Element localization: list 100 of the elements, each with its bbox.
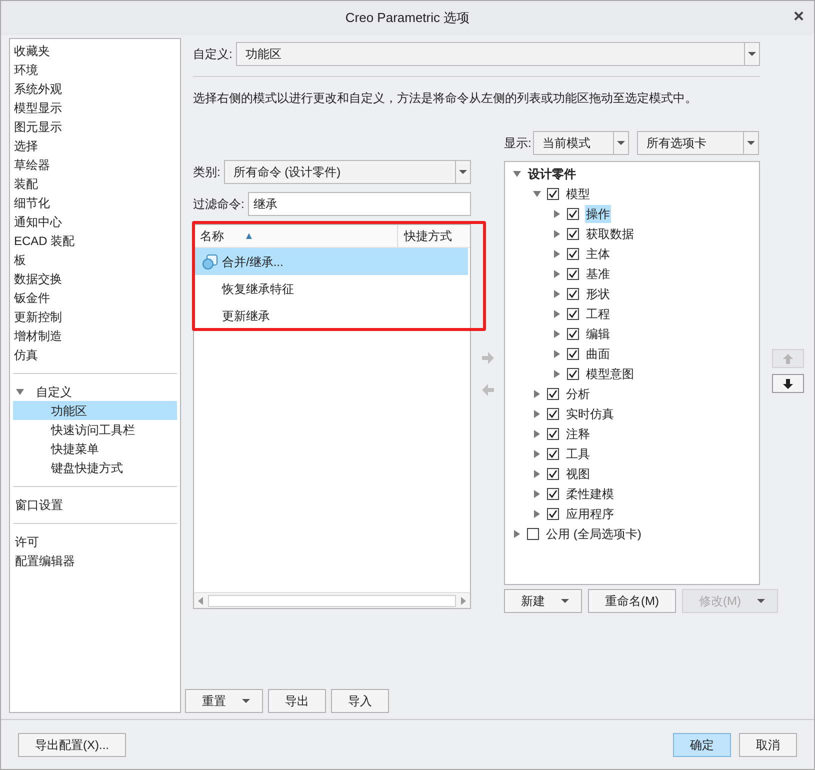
customize-dropdown[interactable]: 功能区 bbox=[236, 42, 760, 66]
sidebar-item[interactable]: 环境 bbox=[12, 60, 38, 78]
checkbox[interactable] bbox=[547, 508, 559, 520]
tree-item[interactable]: 注释 bbox=[565, 425, 591, 443]
sidebar-item[interactable]: 仿真 bbox=[12, 346, 38, 364]
button[interactable]: 确定 bbox=[673, 732, 731, 756]
expand-caret-icon[interactable] bbox=[533, 190, 541, 198]
sidebar-item[interactable]: 快速访问工具栏 bbox=[13, 420, 177, 439]
tree-item[interactable]: 柔性建模 bbox=[565, 485, 615, 503]
collapse-caret-icon[interactable] bbox=[533, 430, 541, 438]
collapse-caret-icon[interactable] bbox=[553, 250, 561, 258]
sidebar-item[interactable]: 图元显示 bbox=[12, 118, 62, 136]
tree-item[interactable]: 工程 bbox=[585, 305, 611, 323]
tree-item[interactable]: 模型 bbox=[565, 185, 591, 203]
collapse-caret-icon[interactable] bbox=[553, 330, 561, 338]
collapse-caret-icon[interactable] bbox=[533, 490, 541, 498]
collapse-caret-icon[interactable] bbox=[553, 290, 561, 298]
checkbox[interactable] bbox=[547, 188, 559, 200]
tree-item[interactable]: 获取数据 bbox=[585, 225, 635, 243]
tree-item[interactable]: 基准 bbox=[585, 265, 611, 283]
category-dropdown[interactable]: 所有命令 (设计零件) bbox=[224, 160, 471, 184]
button[interactable]: 重命名(M) bbox=[588, 589, 676, 613]
collapse-caret-icon[interactable] bbox=[553, 310, 561, 318]
collapse-caret-icon[interactable] bbox=[553, 230, 561, 238]
checkbox[interactable] bbox=[567, 328, 579, 340]
tree-item[interactable]: 编辑 bbox=[585, 325, 611, 343]
command-row[interactable]: 合并/继承... bbox=[194, 248, 468, 275]
checkbox[interactable] bbox=[547, 408, 559, 420]
command-row[interactable]: 恢复继承特征 bbox=[194, 275, 468, 302]
tree-item[interactable]: 主体 bbox=[585, 245, 611, 263]
column-header[interactable]: 名称 ▲ bbox=[194, 225, 398, 247]
checkbox[interactable] bbox=[567, 368, 579, 380]
filter-field[interactable]: 继承 bbox=[248, 192, 471, 216]
checkbox[interactable] bbox=[567, 228, 579, 240]
checkbox[interactable] bbox=[527, 528, 539, 540]
checkbox[interactable] bbox=[547, 388, 559, 400]
collapse-caret-icon[interactable] bbox=[553, 370, 561, 378]
tree-item[interactable]: 形状 bbox=[585, 285, 611, 303]
sidebar-item[interactable]: 装配 bbox=[12, 174, 38, 192]
expand-caret-icon[interactable] bbox=[16, 388, 24, 396]
sidebar-item[interactable]: 功能区 bbox=[13, 401, 177, 420]
column-header[interactable]: 快捷方式 bbox=[398, 225, 470, 247]
close-button[interactable]: × bbox=[793, 7, 804, 25]
tree-item[interactable]: 应用程序 bbox=[565, 505, 615, 523]
sidebar-item[interactable]: 模型显示 bbox=[12, 98, 62, 116]
collapse-caret-icon[interactable] bbox=[533, 410, 541, 418]
command-row[interactable]: 更新继承 bbox=[194, 302, 468, 329]
sidebar-item[interactable]: 快捷菜单 bbox=[13, 439, 177, 458]
collapse-caret-icon[interactable] bbox=[513, 530, 521, 538]
tree-item[interactable]: 实时仿真 bbox=[565, 405, 615, 423]
sidebar-item[interactable]: 键盘快捷方式 bbox=[13, 458, 177, 477]
collapse-caret-icon[interactable] bbox=[553, 210, 561, 218]
tree-item[interactable]: 模型意图 bbox=[585, 365, 635, 383]
tabs-dropdown[interactable]: 所有选项卡 bbox=[637, 131, 760, 155]
sidebar-item[interactable]: 系统外观 bbox=[12, 80, 62, 98]
sidebar-item[interactable]: 选择 bbox=[12, 136, 38, 154]
sidebar-item[interactable]: 通知中心 bbox=[12, 212, 62, 230]
checkbox[interactable] bbox=[567, 208, 579, 220]
button[interactable]: 导出配置(X)... bbox=[18, 732, 126, 756]
tree-item[interactable]: 视图 bbox=[565, 465, 591, 483]
sidebar-item[interactable]: 更新控制 bbox=[12, 308, 62, 326]
sidebar-item[interactable]: 窗口设置 bbox=[13, 496, 63, 514]
button[interactable]: 取消 bbox=[739, 732, 797, 756]
tree-item[interactable]: 曲面 bbox=[585, 345, 611, 363]
checkbox[interactable] bbox=[567, 288, 579, 300]
sidebar-item[interactable]: 配置编辑器 bbox=[13, 552, 75, 570]
sidebar-item[interactable]: 许可 bbox=[13, 532, 39, 550]
collapse-caret-icon[interactable] bbox=[533, 470, 541, 478]
tree-item[interactable]: 公用 (全局选项卡) bbox=[545, 525, 642, 543]
tree-item[interactable]: 操作 bbox=[585, 205, 611, 223]
checkbox[interactable] bbox=[567, 248, 579, 260]
sidebar-item[interactable]: 收藏夹 bbox=[12, 42, 50, 60]
button[interactable]: 导入 bbox=[331, 689, 389, 713]
collapse-caret-icon[interactable] bbox=[553, 270, 561, 278]
sidebar-item[interactable]: 数据交换 bbox=[12, 270, 62, 288]
checkbox[interactable] bbox=[547, 448, 559, 460]
sidebar-item[interactable]: 板 bbox=[12, 250, 26, 268]
sidebar-item[interactable]: 细节化 bbox=[12, 194, 50, 212]
checkbox[interactable] bbox=[547, 468, 559, 480]
sidebar-item[interactable]: ECAD 装配 bbox=[12, 232, 75, 250]
move-down-button[interactable] bbox=[772, 374, 804, 393]
sidebar-item[interactable]: 自定义 bbox=[34, 382, 72, 400]
mode-dropdown[interactable]: 当前模式 bbox=[533, 131, 630, 155]
collapse-caret-icon[interactable] bbox=[533, 510, 541, 518]
split-button[interactable]: 新建 bbox=[504, 589, 582, 613]
sidebar-item[interactable]: 钣金件 bbox=[12, 288, 50, 306]
split-button[interactable]: 重置 bbox=[185, 689, 263, 713]
button[interactable]: 导出 bbox=[268, 689, 326, 713]
tree-item[interactable]: 分析 bbox=[565, 385, 591, 403]
checkbox[interactable] bbox=[567, 348, 579, 360]
tree-item[interactable]: 工具 bbox=[565, 445, 591, 463]
sidebar-item[interactable]: 增材制造 bbox=[12, 326, 62, 344]
horizontal-scrollbar[interactable] bbox=[194, 592, 470, 608]
expand-caret-icon[interactable] bbox=[513, 170, 521, 178]
checkbox[interactable] bbox=[567, 308, 579, 320]
collapse-caret-icon[interactable] bbox=[533, 450, 541, 458]
sidebar-item[interactable]: 草绘器 bbox=[12, 156, 50, 174]
collapse-caret-icon[interactable] bbox=[553, 350, 561, 358]
collapse-caret-icon[interactable] bbox=[533, 390, 541, 398]
tree-item[interactable]: 设计零件 bbox=[527, 165, 577, 183]
